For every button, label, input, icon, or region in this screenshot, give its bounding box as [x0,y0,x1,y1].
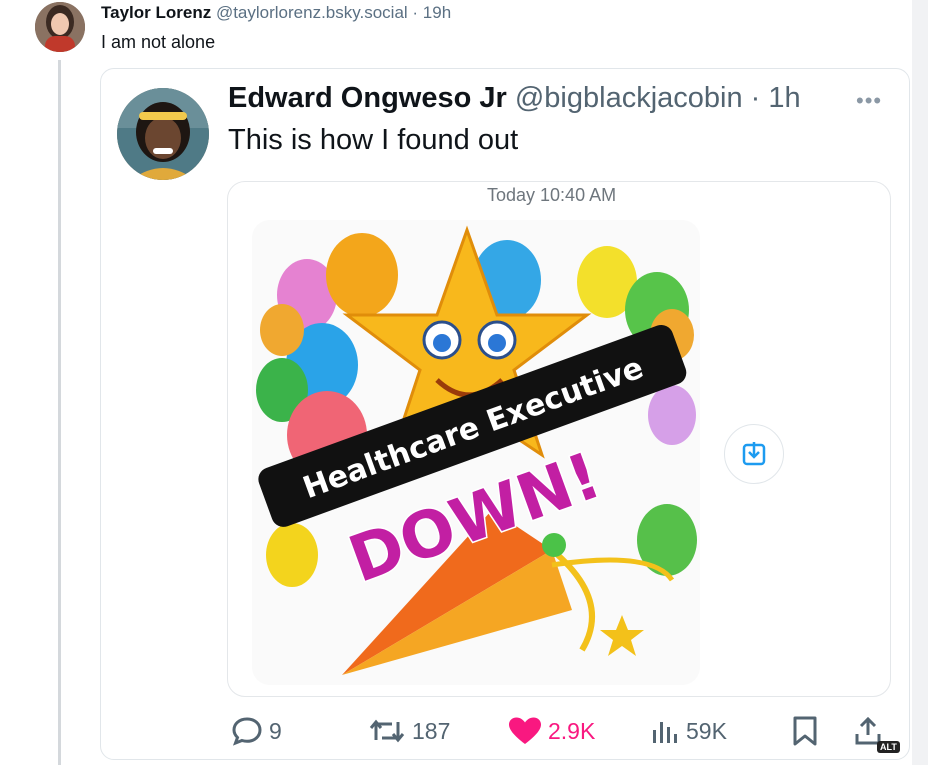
message-timestamp: Today 10:40 AM [487,185,617,205]
heart-icon [509,717,541,744]
alt-badge[interactable]: ALT [877,741,900,753]
like-count: 2.9K [548,717,596,744]
quote-header: Edward Ongweso Jr @bigblackjacobin · 1h [228,82,801,115]
celebration-image[interactable]: Healthcare Executive DOWN! [252,220,700,685]
repost-count: 187 [412,717,451,744]
thread-line [58,60,61,765]
quote-separator: · [742,82,769,114]
reply-icon [232,717,262,746]
quote-time[interactable]: 1h [768,82,800,114]
repost-icon [369,719,405,743]
download-icon [742,442,766,466]
views-count: 59K [686,717,727,744]
more-options-icon[interactable]: ••• [856,88,882,114]
reply-count: 9 [269,717,282,744]
author-name[interactable]: Taylor Lorenz [101,3,211,22]
post-header: Taylor Lorenz @taylorlorenz.bsky.social … [101,3,451,23]
like-button[interactable]: 2.9K [508,716,595,746]
avatar-image [35,2,85,52]
page-scrollbar[interactable] [912,0,928,765]
views-button[interactable]: 59K [650,716,727,746]
download-button[interactable] [724,424,784,484]
post-text: I am not alone [101,32,216,52]
repost-button[interactable]: 187 [368,716,450,746]
quote-author-handle[interactable]: @bigblackjacobin [515,82,743,114]
separator: · [407,3,423,22]
avatar[interactable] [35,2,85,52]
post-time[interactable]: 19h [423,3,451,22]
quote-author-name[interactable]: Edward Ongweso Jr [228,82,507,114]
author-handle[interactable]: @taylorlorenz.bsky.social [216,3,408,22]
bar-chart-icon [653,722,677,743]
quote-avatar-image [117,88,209,180]
quote-text: This is how I found out [228,124,519,156]
celebration-graphic: Healthcare Executive DOWN! [252,220,700,685]
reply-button[interactable]: 9 [231,716,282,746]
bookmark-icon [793,716,817,746]
quote-avatar[interactable] [117,88,209,180]
bookmark-button[interactable] [792,716,818,746]
